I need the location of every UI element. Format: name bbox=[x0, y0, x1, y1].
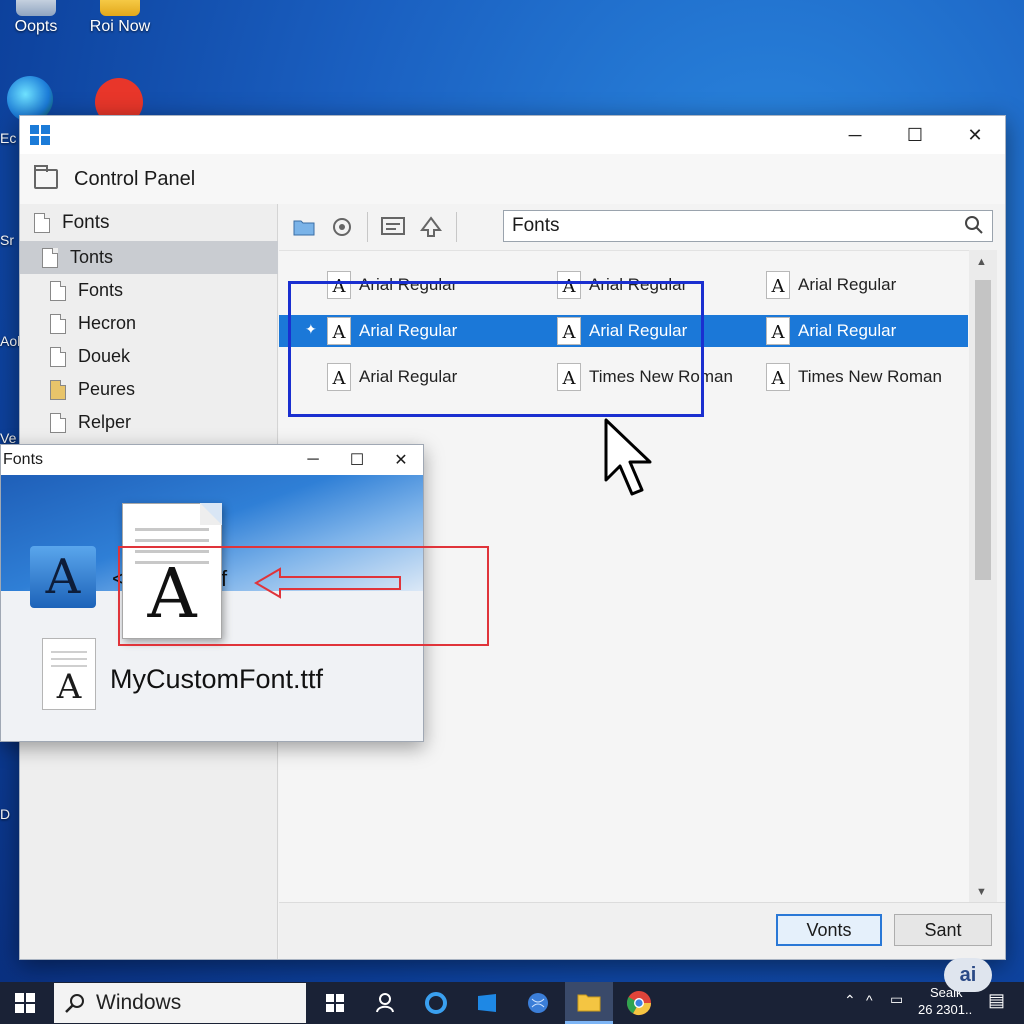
sidebar-item-label: Tonts bbox=[70, 247, 114, 267]
desktop-edge-label: Ec bbox=[0, 130, 17, 146]
minimize-button[interactable]: ─ bbox=[291, 445, 335, 475]
font-item[interactable]: A Times New Roman bbox=[766, 361, 942, 393]
highlight-box bbox=[288, 281, 704, 417]
sidebar-item-hecron[interactable]: Hecron bbox=[20, 307, 278, 340]
vonts-button[interactable]: Vonts bbox=[776, 914, 882, 946]
address-text: Control Panel bbox=[74, 167, 196, 190]
maximize-button[interactable]: ☐ bbox=[335, 445, 379, 475]
font-file-icon: A bbox=[766, 271, 790, 299]
globe-icon[interactable] bbox=[514, 982, 562, 1024]
task-view-icon[interactable] bbox=[311, 982, 359, 1024]
document-icon bbox=[34, 212, 50, 233]
font-item[interactable]: A Arial Regular bbox=[766, 269, 896, 301]
font-file-icon[interactable]: A bbox=[42, 638, 96, 710]
mini-window-title: Fonts bbox=[3, 451, 44, 468]
start-button[interactable] bbox=[0, 982, 50, 1024]
address-bar[interactable]: Control Panel bbox=[20, 154, 1005, 204]
desktop-icon-2[interactable]: Roi Now bbox=[80, 0, 160, 36]
desktop-icon-1[interactable]: Oopts bbox=[0, 0, 76, 36]
vertical-scrollbar[interactable]: ▲ ▼ bbox=[969, 250, 997, 904]
close-button[interactable]: ✕ bbox=[379, 445, 423, 475]
sant-button[interactable]: Sant bbox=[894, 914, 992, 946]
desktop-icon-label: Oopts bbox=[14, 18, 58, 35]
store-icon[interactable] bbox=[463, 982, 511, 1024]
edge-browser-icon[interactable] bbox=[412, 982, 460, 1024]
font-item-label: Times New Roman bbox=[798, 367, 942, 386]
close-button[interactable]: ✕ bbox=[945, 116, 1005, 154]
maximize-button[interactable]: ☐ bbox=[885, 116, 945, 154]
folder-shortcut-icon bbox=[100, 0, 140, 16]
scroll-up-icon[interactable]: ▲ bbox=[976, 256, 987, 268]
taskbar-search[interactable]: Windows bbox=[54, 983, 306, 1023]
font-file-glyph: A bbox=[56, 667, 82, 707]
sidebar-header[interactable]: Fonts bbox=[20, 206, 278, 239]
dialog-footer: Vonts Sant bbox=[279, 902, 1005, 959]
gallery-icon bbox=[50, 379, 66, 400]
sidebar-item-douek[interactable]: Douek bbox=[20, 340, 278, 373]
taskbar: Windows ⌃ ^ ▭ Seaik 26 2301.. ▤ bbox=[0, 982, 1024, 1024]
toolbar-divider bbox=[367, 212, 368, 242]
file-explorer-icon[interactable] bbox=[565, 982, 613, 1024]
tray-clock-line2[interactable]: 26 2301.. bbox=[918, 1002, 972, 1017]
toolbar-divider bbox=[456, 212, 457, 242]
people-icon[interactable] bbox=[361, 982, 409, 1024]
font-viewer-icon[interactable]: A bbox=[30, 546, 96, 608]
sidebar-item-label: Relper bbox=[78, 412, 132, 432]
search-input[interactable]: Fonts bbox=[503, 210, 993, 242]
sidebar-item-label: Douek bbox=[78, 346, 131, 366]
font-item-label: Arial Regular bbox=[798, 275, 897, 294]
folder-icon bbox=[34, 165, 58, 189]
taskbar-search-text: Windows bbox=[96, 991, 182, 1014]
title-bar[interactable]: ─ ☐ ✕ bbox=[20, 116, 1005, 154]
computer-icon bbox=[16, 0, 56, 16]
search-icon bbox=[65, 994, 84, 1013]
checklist-icon bbox=[50, 412, 66, 433]
sidebar-item-label: Peures bbox=[78, 379, 136, 399]
search-input-value: Fonts bbox=[512, 215, 560, 236]
sidebar-item-label: Fonts bbox=[78, 280, 124, 300]
minimize-button[interactable]: ─ bbox=[825, 116, 885, 154]
desktop-edge-label: Aol bbox=[0, 333, 21, 349]
font-item-label: Arial Regular bbox=[798, 321, 897, 340]
left-arrow-icon bbox=[254, 567, 401, 599]
tray-chevron-icon[interactable]: ⌃ bbox=[844, 992, 856, 1009]
properties-icon[interactable] bbox=[374, 212, 412, 242]
windows-logo-icon bbox=[30, 125, 50, 145]
mini-title-bar[interactable]: Fonts ─ ☐ ✕ bbox=[1, 445, 423, 475]
up-arrow-icon[interactable] bbox=[412, 212, 450, 242]
search-icon[interactable] bbox=[964, 215, 984, 235]
chrome-icon[interactable] bbox=[615, 982, 663, 1024]
tray-up-icon[interactable]: ^ bbox=[866, 992, 873, 1008]
document-icon bbox=[42, 247, 58, 268]
scroll-down-icon[interactable]: ▼ bbox=[976, 886, 987, 898]
sidebar-header-label: Fonts bbox=[62, 211, 110, 233]
document-icon bbox=[50, 280, 66, 301]
toolbar: Fonts bbox=[279, 204, 1005, 250]
sidebar-item-fonts[interactable]: Fonts bbox=[20, 274, 278, 307]
sidebar-item-tonts[interactable]: Tonts bbox=[20, 241, 278, 274]
notification-icon[interactable]: ▤ bbox=[988, 990, 1005, 1011]
mouse-cursor-icon bbox=[604, 418, 652, 496]
windows-logo-icon bbox=[15, 993, 35, 1013]
document-icon bbox=[50, 346, 66, 367]
font-file-icon: A bbox=[766, 363, 790, 391]
font-file-name[interactable]: MyCustomFont.ttf bbox=[110, 664, 323, 695]
sidebar-item-relper[interactable]: Relper bbox=[20, 406, 278, 439]
folder-icon[interactable] bbox=[285, 212, 323, 242]
desktop-edge-label: Sr bbox=[0, 232, 14, 248]
document-icon bbox=[50, 313, 66, 334]
sidebar-item-peures[interactable]: Peures bbox=[20, 373, 278, 406]
scroll-thumb[interactable] bbox=[975, 280, 991, 580]
font-item-selected[interactable]: A Arial Regular bbox=[766, 315, 896, 347]
ai-badge: ai bbox=[944, 958, 992, 992]
network-tray-icon[interactable]: ▭ bbox=[890, 991, 903, 1008]
desktop-edge-label: D bbox=[0, 806, 11, 822]
desktop-icon-label: Roi Now bbox=[89, 18, 151, 35]
font-file-icon: A bbox=[766, 317, 790, 345]
sidebar-item-label: Hecron bbox=[78, 313, 137, 333]
network-icon[interactable] bbox=[323, 212, 361, 242]
